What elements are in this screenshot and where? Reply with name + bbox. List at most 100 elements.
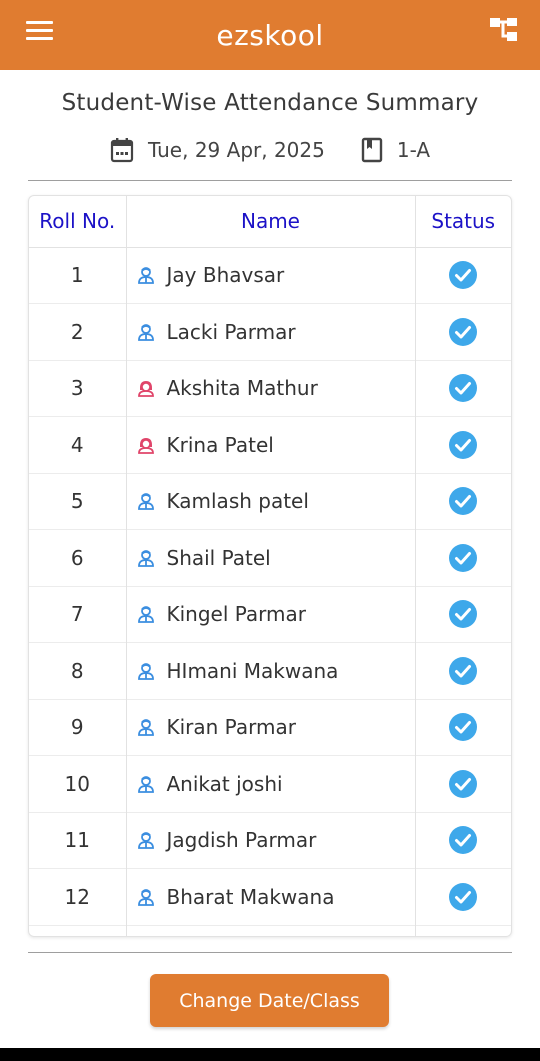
check-circle-icon [449,769,478,798]
student-name-cell: Kingel Parmar [125,585,415,643]
date-info: Tue, 29 Apr, 2025 [110,137,325,163]
table-row[interactable]: 9 Kiran Parmar [29,698,511,756]
table-row[interactable]: 12 Bharat Makwana [29,868,511,925]
student-name: Akshita Mathur [166,376,318,401]
student-icon [137,493,154,511]
student-name: Kingel Parmar [166,602,307,627]
student-icon [137,549,154,567]
status-cell [414,303,511,360]
hamburger-menu-icon[interactable] [26,21,53,41]
roll-number-cell: 12 [29,868,126,925]
student-name-cell: Jagdish Parmar [125,811,415,869]
check-circle-icon [449,317,478,346]
class-info: 1-A [361,137,430,163]
roll-number-cell: 4 [29,416,126,473]
status-cell [414,472,511,530]
book-icon [361,137,383,163]
student-icon [137,888,154,906]
attendance-table[interactable]: Roll No. Name Status 1 Jay Bhavsar 2 Lacki … [28,195,512,937]
check-circle-icon [449,600,478,629]
student-name: Kiran Parmar [166,715,296,740]
check-circle-icon [449,261,478,290]
header-roll-no: Roll No. [29,196,126,248]
status-cell [414,529,511,586]
student-name-cell: Jay Bhavsar [125,246,415,304]
summary-meta: Tue, 29 Apr, 2025 1-A [0,137,540,163]
hierarchy-icon[interactable] [490,16,520,44]
student-name-cell: Anikat joshi [125,755,415,812]
student-name-cell: Shail Patel [125,529,415,586]
student-icon [137,775,154,793]
system-nav-bar [0,1048,540,1061]
header-status: Status [414,196,511,248]
student-icon [137,606,154,624]
roll-number-cell: 6 [29,529,126,586]
roll-number-cell: 8 [29,642,126,699]
roll-number-cell: 2 [29,303,126,360]
check-circle-icon [449,882,478,911]
roll-number-cell: 5 [29,472,126,530]
student-icon [137,437,154,454]
table-row[interactable]: 8 HImani Makwana [29,642,511,699]
roll-number-cell: 10 [29,755,126,812]
table-row[interactable]: 1 Jay Bhavsar [29,246,511,304]
table-row[interactable]: 5 Kamlash patel [29,472,511,530]
check-circle-icon [449,713,478,742]
table-row[interactable]: 10 Anikat joshi [29,755,511,812]
check-circle-icon [449,543,478,572]
date-text: Tue, 29 Apr, 2025 [147,138,325,162]
table-row[interactable]: 7 Kingel Parmar [29,585,511,643]
student-name-cell: Krina Patel [125,416,415,473]
student-icon [137,662,154,680]
roll-number-cell: 1 [29,246,126,304]
student-name: Lacki Parmar [166,319,296,344]
student-name-cell: Bharat Makwana [125,868,415,925]
student-name: Jagdish Parmar [166,828,317,853]
student-icon [137,267,154,285]
roll-number-cell: 3 [29,359,126,417]
roll-number-cell: 7 [29,585,126,643]
table-row[interactable]: 3 Akshita Mathur [29,359,511,417]
roll-number-cell: 9 [29,698,126,756]
status-cell [414,924,511,936]
student-name-cell: HImani Makwana [125,642,415,699]
student-name-cell: Lacki Parmar [125,303,415,360]
app-title: ezskool [216,18,324,52]
table-row[interactable]: 2 Lacki Parmar [29,303,511,360]
status-cell [414,868,511,925]
status-cell [414,698,511,756]
status-cell [414,642,511,699]
status-cell [414,359,511,417]
student-name-cell [125,924,415,936]
student-name-cell: Kiran Parmar [125,698,415,756]
student-name: Anikat joshi [166,771,283,796]
table-row[interactable] [29,924,511,936]
calendar-icon [110,138,134,163]
student-name: HImani Makwana [166,658,339,683]
table-row[interactable]: 6 Shail Patel [29,529,511,586]
student-icon [137,381,154,398]
table-header-row: Roll No. Name Status [29,196,511,248]
table-row[interactable]: 11 Jagdish Parmar [29,811,511,869]
status-cell [414,811,511,869]
student-name-cell: Akshita Mathur [125,359,415,417]
student-name: Bharat Makwana [166,884,335,909]
student-icon [137,719,154,737]
student-name: Shail Patel [166,545,271,570]
check-circle-icon [449,826,478,855]
check-circle-icon [449,656,478,685]
change-date-class-button[interactable]: Change Date/Class [150,974,389,1027]
divider [28,952,512,953]
roll-number-cell: 11 [29,811,126,869]
check-circle-icon [449,374,478,403]
divider [28,180,512,181]
app-bar: ezskool [0,0,540,70]
student-name: Kamlash patel [166,489,309,514]
header-name: Name [125,196,415,248]
status-cell [414,585,511,643]
table-row[interactable]: 4 Krina Patel [29,416,511,473]
student-name: Jay Bhavsar [166,263,285,288]
check-circle-icon [449,430,478,459]
class-text: 1-A [396,138,431,162]
student-name: Krina Patel [166,432,274,457]
